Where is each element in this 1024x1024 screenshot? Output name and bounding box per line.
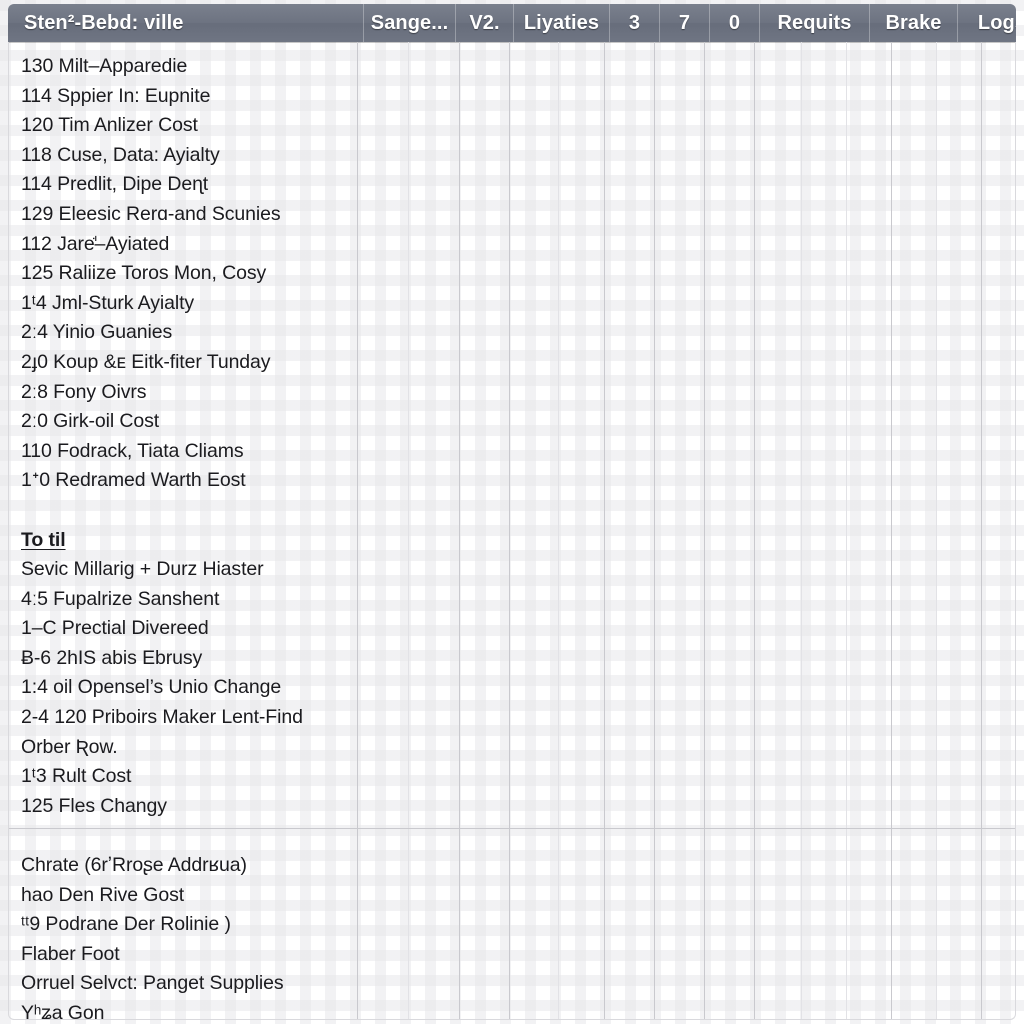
- list-item[interactable]: 1ᐩ0 Redramed Warth Eost: [21, 466, 361, 496]
- list-item[interactable]: 120 Tim Anlizer Cost: [21, 111, 361, 141]
- list-item[interactable]: 1ᵗ3 Rult Cost: [21, 762, 361, 792]
- column-rule: [891, 42, 892, 1019]
- list-item[interactable]: 2-4 120 Priboirs Maker Lent-Find: [21, 703, 361, 733]
- header-column-requits[interactable]: Requits: [760, 4, 870, 42]
- list-item[interactable]: Ƀ-6 2hIS abis Ebrusy: [21, 644, 361, 674]
- column-rule: [704, 42, 705, 1019]
- header-column-0[interactable]: 0: [710, 4, 760, 42]
- list-item[interactable]: 112 Jareꜗ–Ayiated: [21, 230, 361, 260]
- list-item[interactable]: 1:4 oil Opensel’s Unio Change: [21, 673, 361, 703]
- header-column-7[interactable]: 7: [660, 4, 710, 42]
- header-column-brake[interactable]: Brake: [870, 4, 958, 42]
- column-rule: [558, 42, 559, 1019]
- header-column-v2[interactable]: V2.: [456, 4, 514, 42]
- list-item[interactable]: 130 Milt–Apparedie: [21, 52, 361, 82]
- list-item[interactable]: Sevic Millarig + Durz Hiaster: [21, 555, 361, 585]
- column-rule: [509, 42, 510, 1019]
- header-column-sange[interactable]: Sange...: [364, 4, 456, 42]
- list-item[interactable]: 4ː5 Fupalrize Sanshent: [21, 585, 361, 615]
- row-spacer: [21, 496, 361, 526]
- column-rule: [604, 42, 605, 1019]
- row-block-to-til-list: To til Sevic Millarig + Durz Hiaster 4ː5 F…: [21, 496, 361, 822]
- list-item[interactable]: 1–C Prectial Divereed: [21, 614, 361, 644]
- column-rule: [459, 42, 460, 1019]
- list-item[interactable]: 1ᵗ4 Jml-Sturk Ayialty: [21, 289, 361, 319]
- header-column-3[interactable]: 3: [610, 4, 660, 42]
- list-item[interactable]: 129 Eleesic Rerɑ-and Scunies: [21, 200, 361, 230]
- app-window: Sten²-Bebd: ville Sange... V2. Liyaties 3 7 0 R…: [0, 0, 1024, 1024]
- column-rule: [408, 42, 409, 1019]
- list-item[interactable]: 2ː0 Girk-oil Cost: [21, 407, 361, 437]
- list-item[interactable]: 114 Sppier In: Eupnite: [21, 82, 361, 112]
- row-block-primary-list: 130 Milt–Apparedie 114 Sppier In: Eupnite…: [21, 52, 361, 496]
- column-rule: [801, 42, 802, 1019]
- list-item[interactable]: Yʰʑa Gon: [21, 999, 361, 1019]
- column-rule: [936, 42, 937, 1019]
- sheet-body: 130 Milt–Apparedie 114 Sppier In: Eupnite…: [8, 42, 1016, 1020]
- column-rule: [754, 42, 755, 1019]
- list-item[interactable]: 125 Raliize Toros Mon, Cosy: [21, 259, 361, 289]
- list-item[interactable]: Orruel Selvct: Panget Supplies: [21, 969, 361, 999]
- row-spacer: [21, 821, 361, 851]
- row-block-footer-list: Chrate (6rʼRroʂe Addrʁua) hao Den Rive Go…: [21, 821, 361, 1019]
- column-rule: [654, 42, 655, 1019]
- header-column-liyaties[interactable]: Liyaties: [514, 4, 610, 42]
- list-item[interactable]: 118 Cuse, Data: Ayialty: [21, 141, 361, 171]
- column-rule: [846, 42, 847, 1019]
- list-item[interactable]: hao Den Rive Gost: [21, 881, 361, 911]
- header-title-cell[interactable]: Sten²-Bebd: ville: [8, 4, 364, 42]
- list-item[interactable]: ᵗᵗ9 Podrane Der Rolinie ): [21, 910, 361, 940]
- list-item[interactable]: 2ː8 Fony Oivrs: [21, 378, 361, 408]
- column-rule: [981, 42, 982, 1019]
- list-item[interactable]: 114 Predlit, Dipe Deɳt: [21, 170, 361, 200]
- list-item[interactable]: 125 Fles Changy: [21, 792, 361, 822]
- list-item[interactable]: 2ː4 Yinio Guanies: [21, 318, 361, 348]
- list-item[interactable]: 110 Fodrack, Tiata Cliams: [21, 437, 361, 467]
- section-heading[interactable]: To til: [21, 526, 361, 556]
- list-item[interactable]: Flaber Foot: [21, 940, 361, 970]
- header-column-logs[interactable]: Logs: [958, 4, 1016, 42]
- table-header-bar: Sten²-Bebd: ville Sange... V2. Liyaties 3 7 0 R…: [8, 4, 1016, 42]
- row-list: 130 Milt–Apparedie 114 Sppier In: Eupnite…: [9, 42, 361, 1019]
- list-item[interactable]: Chrate (6rʼRroʂe Addrʁua): [21, 851, 361, 881]
- list-item[interactable]: Orber Ʀow.: [21, 733, 361, 763]
- list-item[interactable]: 2ɟ0 Koup &ᴇ Eitk-fiter Tunday: [21, 348, 361, 378]
